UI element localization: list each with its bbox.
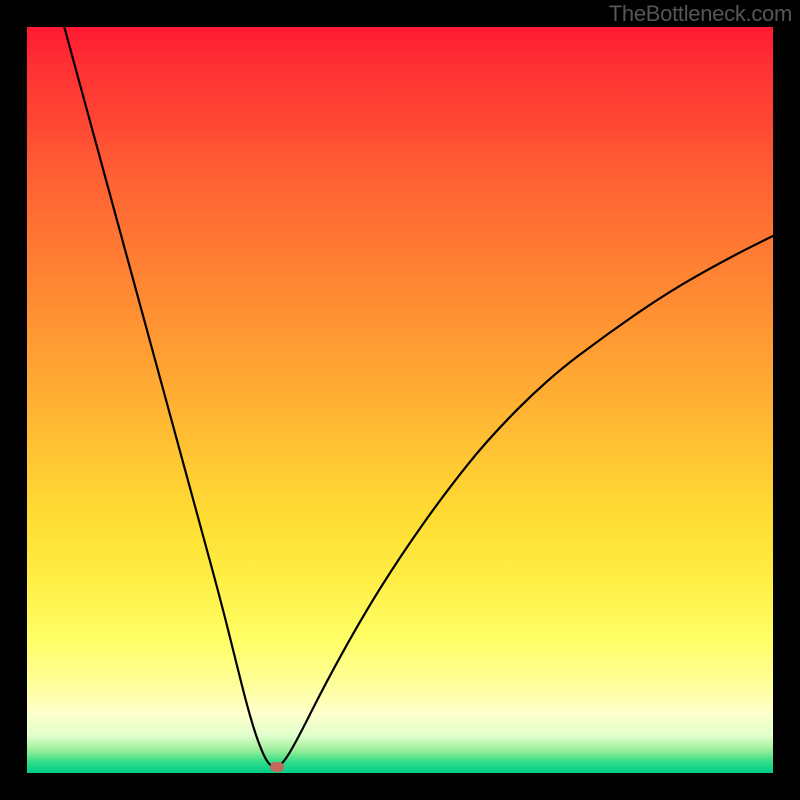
bottleneck-curve	[27, 27, 773, 773]
attribution-label: TheBottleneck.com	[609, 1, 792, 27]
optimum-marker	[270, 762, 284, 772]
chart-plot-area	[27, 27, 773, 773]
